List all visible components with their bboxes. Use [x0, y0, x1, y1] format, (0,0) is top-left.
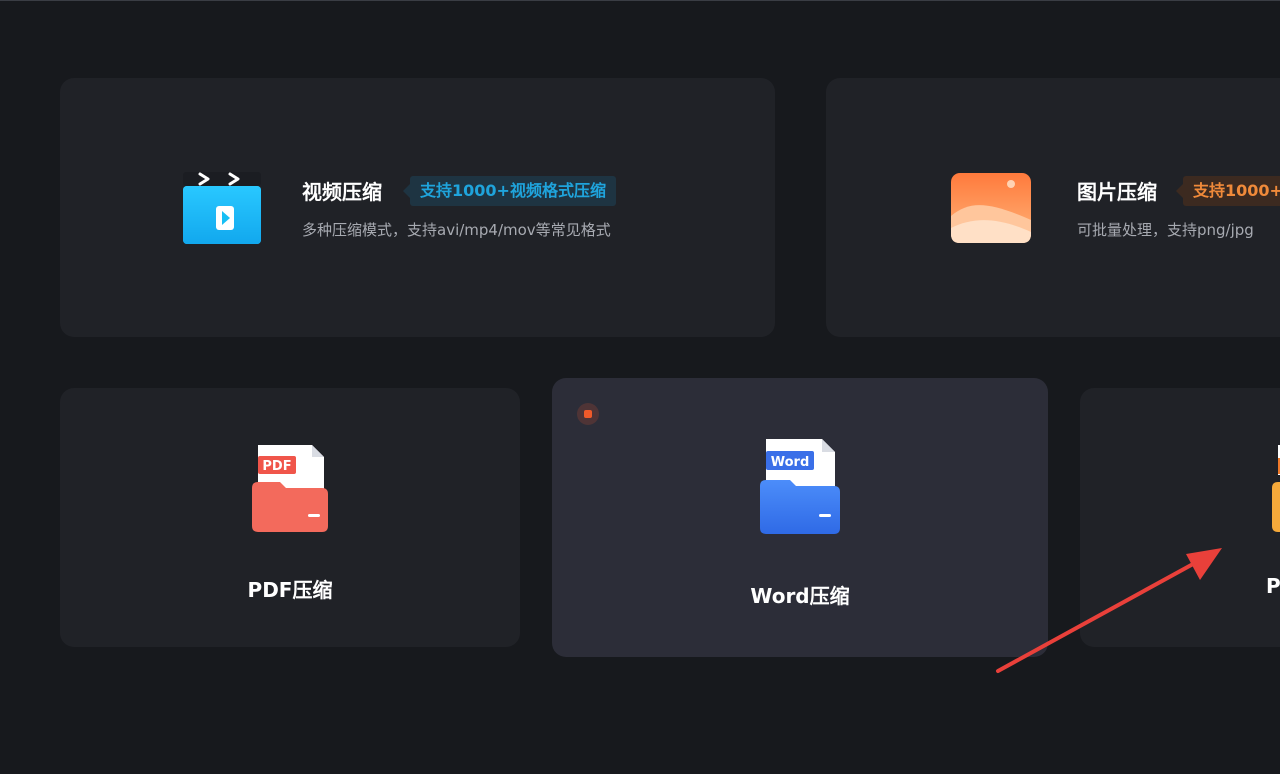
word-folder-icon: Word — [760, 439, 840, 534]
pdf-badge: PDF — [262, 459, 291, 474]
video-clapper-icon — [183, 172, 261, 244]
image-picture-icon — [951, 173, 1031, 243]
image-desc-clip: 可批量处理，支持png/jpg — [1077, 214, 1280, 244]
image-format-tag: 支持1000+ — [1176, 176, 1280, 206]
pdf-compress-label: PDF压缩 — [247, 578, 333, 602]
video-format-tag: 支持1000+视频格式压缩 — [403, 176, 616, 206]
word-badge: Word — [771, 455, 810, 470]
ppt-compress-label: P — [1266, 574, 1280, 598]
ppt-folder-icon — [1272, 445, 1280, 532]
window-top-border — [0, 0, 1280, 1]
video-compress-desc: 多种压缩模式，支持avi/mp4/mov等常见格式 — [302, 221, 611, 239]
new-indicator-dot — [577, 403, 599, 425]
video-compress-card[interactable] — [60, 78, 775, 337]
video-compress-title: 视频压缩 — [302, 180, 382, 204]
image-compress-title: 图片压缩 — [1077, 180, 1157, 204]
word-compress-label: Word压缩 — [750, 584, 850, 608]
image-tag-clip: 支持1000+ — [1170, 170, 1280, 214]
image-compress-desc: 可批量处理，支持png/jpg — [1077, 221, 1254, 239]
annotation-arrow — [996, 548, 1222, 673]
ppt-label-clip: P — [1262, 570, 1280, 604]
pdf-folder-icon: PDF — [252, 445, 328, 532]
